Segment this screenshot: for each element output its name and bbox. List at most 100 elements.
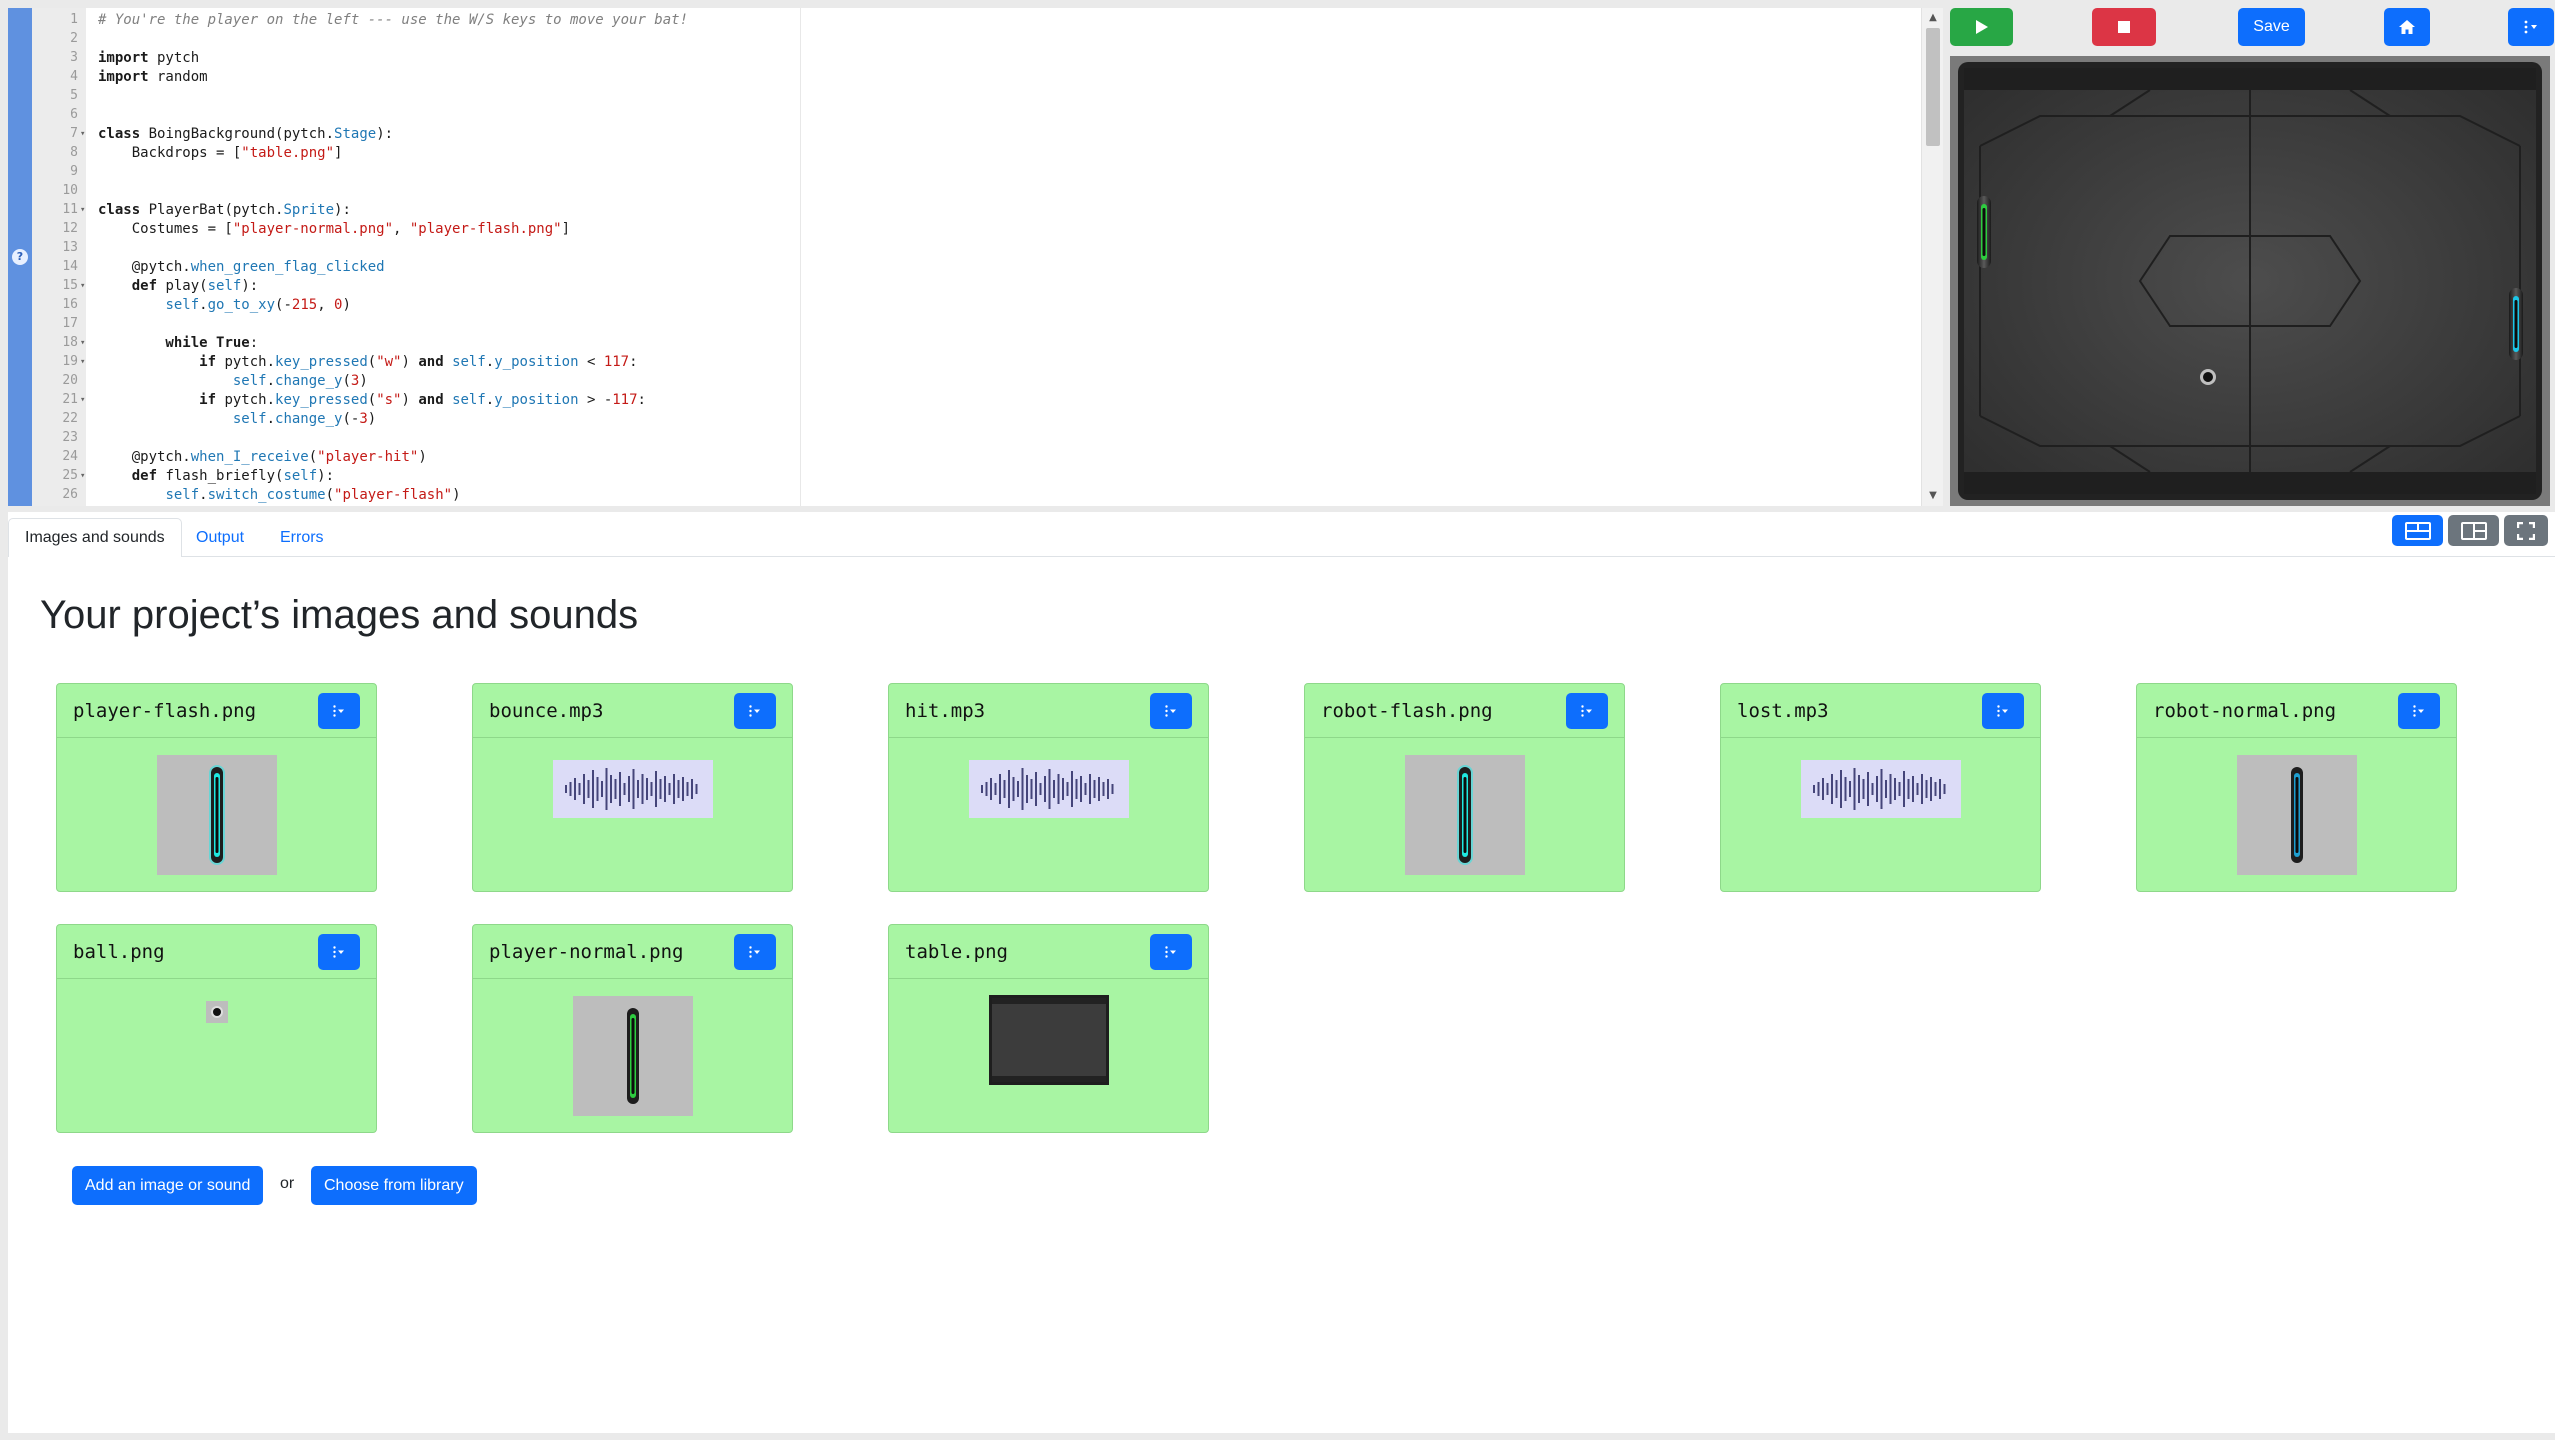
code-line[interactable]: 22 self.change_y(-3) (32, 409, 1912, 428)
code-token: ): (317, 467, 335, 484)
code-line[interactable]: 11 ▾ class PlayerBat(pytch.Sprite): (32, 200, 1912, 219)
asset-menu-button[interactable] (2398, 693, 2440, 729)
fold-toggle-icon[interactable]: ▾ (78, 357, 92, 367)
line-number: 2 (70, 31, 78, 46)
code-line[interactable]: 16 self.go_to_xy(-215, 0) (32, 295, 1912, 314)
code-token: key_pressed (275, 353, 368, 370)
code-line[interactable]: 17 (32, 314, 1912, 333)
editor-scrollbar[interactable]: ▲ ▼ (1921, 8, 1943, 506)
scroll-up-icon[interactable]: ▲ (1922, 10, 1943, 26)
code-token: Sprite (283, 201, 335, 218)
code-line[interactable]: 21 ▾ if pytch.key_pressed("s") and self.y… (32, 390, 1912, 409)
code-line[interactable]: 18 ▾ while True: (32, 333, 1912, 352)
code-line[interactable]: 26 self.switch_costume("player-flash") (32, 485, 1912, 504)
tab-output[interactable]: Output (179, 518, 261, 558)
code-line[interactable]: 6 (32, 105, 1912, 124)
game-stage[interactable] (1950, 56, 2550, 506)
scroll-down-icon[interactable]: ▼ (1922, 488, 1943, 504)
code-line[interactable]: 13 (32, 238, 1912, 257)
code-token: # You're the player on the left --- use … (98, 11, 689, 28)
stop-button[interactable] (2092, 8, 2156, 46)
code-line[interactable]: 25 ▾ def flash_briefly(self): (32, 466, 1912, 485)
asset-menu-button[interactable] (318, 693, 360, 729)
fullscreen-button[interactable] (2504, 515, 2548, 546)
ball (2200, 369, 2216, 385)
code-token: self (207, 277, 242, 294)
code-text: self.change_y(3) (92, 373, 368, 389)
code-token: . (266, 410, 276, 427)
code-line[interactable]: 19 ▾ if pytch.key_pressed("w") and self.y… (32, 352, 1912, 371)
stage-canvas[interactable] (1950, 56, 2550, 506)
code-token: : (637, 391, 646, 408)
fold-toggle-icon[interactable]: ▾ (78, 129, 92, 139)
tab-images-and-sounds[interactable]: Images and sounds (8, 518, 182, 558)
sound-preview (1800, 760, 1961, 818)
code-token: @pytch. (98, 448, 191, 465)
line-number: 23 (62, 430, 78, 445)
code-line[interactable]: 8 Backdrops = ["table.png"] (32, 143, 1912, 162)
home-button[interactable] (2384, 8, 2430, 46)
code-text: self.change_y(-3) (92, 411, 376, 427)
help-icon[interactable]: ? (12, 249, 28, 265)
layout-wide-button[interactable] (2392, 515, 2443, 546)
bat-thumbnail (156, 755, 277, 875)
code-line[interactable]: 5 (32, 86, 1912, 105)
line-number: 10 (62, 183, 78, 198)
code-line[interactable]: 9 (32, 162, 1912, 181)
layout-tall-button[interactable] (2448, 515, 2499, 546)
asset-menu-button[interactable] (1150, 934, 1192, 970)
save-button[interactable]: Save (2238, 8, 2305, 46)
code-line[interactable]: 1 # You're the player on the left --- use… (32, 10, 1912, 29)
asset-card: player-flash.png (56, 683, 377, 892)
asset-menu-button[interactable] (1150, 693, 1192, 729)
line-number: 4 (70, 69, 78, 84)
code-line[interactable]: 12 Costumes = ["player-normal.png", "pla… (32, 219, 1912, 238)
waveform-icon (564, 768, 697, 810)
code-line[interactable]: 24 @pytch.when_I_receive("player-hit") (32, 447, 1912, 466)
code-token: if (98, 391, 217, 408)
asset-menu-button[interactable] (318, 934, 360, 970)
player-bat (1977, 196, 1991, 268)
line-number: 18 (62, 335, 78, 350)
code-token: ] (561, 220, 571, 237)
menu-button[interactable] (2508, 8, 2554, 46)
code-line[interactable]: 20 self.change_y(3) (32, 371, 1912, 390)
code-line[interactable]: 3 import pytch (32, 48, 1912, 67)
line-number: 6 (70, 107, 78, 122)
robot-bat (2509, 288, 2523, 360)
code-line[interactable]: 14 @pytch.when_green_flag_clicked (32, 257, 1912, 276)
code-line[interactable]: 4 import random (32, 67, 1912, 86)
code-line[interactable]: 10 (32, 181, 1912, 200)
asset-menu-button[interactable] (1566, 693, 1608, 729)
kebab-menu-icon (333, 946, 344, 958)
code-line[interactable]: 23 (32, 428, 1912, 447)
fold-toggle-icon[interactable]: ▾ (78, 395, 92, 405)
code-token: @pytch. (98, 258, 191, 275)
asset-menu-button[interactable] (734, 934, 776, 970)
fold-toggle-icon[interactable]: ▾ (78, 281, 92, 291)
asset-menu-button[interactable] (734, 693, 776, 729)
fold-toggle-icon[interactable]: ▾ (78, 205, 92, 215)
line-number: 20 (62, 373, 78, 388)
code-line[interactable]: 7 ▾ class BoingBackground(pytch.Stage): (32, 124, 1912, 143)
code-editor[interactable]: ? 1 # You're the player on the left --- u… (8, 8, 1943, 506)
tab-errors[interactable]: Errors (263, 518, 341, 558)
add-image-or-sound-button[interactable]: Add an image or sound (72, 1166, 264, 1205)
code-token: key_pressed (275, 391, 368, 408)
line-number: 17 (62, 316, 78, 331)
green-flag-button[interactable] (1950, 8, 2013, 46)
choose-from-library-button[interactable]: Choose from library (311, 1166, 477, 1205)
fold-toggle-icon[interactable]: ▾ (78, 471, 92, 481)
code-token: ): (334, 201, 351, 218)
code-lines[interactable]: 1 # You're the player on the left --- use… (32, 10, 1912, 504)
scrollbar-thumb[interactable] (1926, 28, 1940, 146)
code-line[interactable]: 2 (32, 29, 1912, 48)
fold-toggle-icon[interactable]: ▾ (78, 338, 92, 348)
line-number: 22 (62, 411, 78, 426)
code-token: ) (401, 353, 419, 370)
asset-card-header: robot-normal.png (2137, 684, 2456, 738)
asset-menu-button[interactable] (1982, 693, 2024, 729)
code-text: class BoingBackground(pytch.Stage): (92, 126, 393, 142)
code-text: self.go_to_xy(-215, 0) (92, 297, 350, 313)
code-line[interactable]: 15 ▾ def play(self): (32, 276, 1912, 295)
